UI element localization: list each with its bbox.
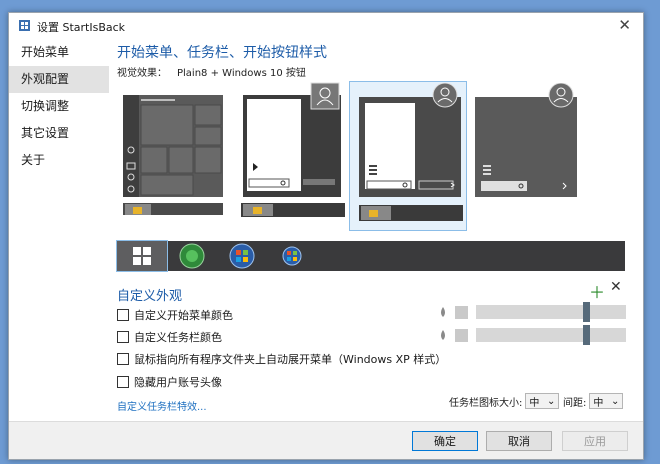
green-orb-icon	[179, 243, 205, 269]
style-thumb-plain10[interactable]	[475, 83, 579, 203]
preview-line: 视觉效果： Plain8 + Windows 10 按钮	[117, 64, 306, 79]
style-thumb-plain8[interactable]	[359, 83, 463, 223]
app-icon	[19, 20, 30, 31]
settings-window: 设置 StartIsBack ✕ 开始菜单 外观配置 切换调整 其它设置 关于 …	[8, 12, 644, 460]
slider-thumb[interactable]	[583, 325, 590, 345]
spacing-select[interactable]: 中 ⌄	[589, 393, 624, 409]
icon-size-row: 任务栏图标大小: 中 ⌄	[449, 393, 560, 409]
window-title: 设置 StartIsBack	[37, 21, 126, 34]
preview-value: Plain8 + Windows 10 按钮	[177, 68, 306, 79]
checkbox-xp-expand[interactable]: 鼠标指向所有程序文件夹上自动展开菜单（Windows XP 样式）	[117, 351, 446, 367]
taskbar-opacity-slider[interactable]	[476, 325, 626, 345]
checkbox-box[interactable]	[117, 309, 129, 321]
chevron-down-icon: ⌄	[546, 395, 556, 407]
checkbox-hide-avatar[interactable]: 隐藏用户账号头像	[117, 374, 222, 390]
color-swatch[interactable]	[455, 305, 468, 319]
chevron-down-icon: ⌄	[610, 395, 620, 407]
color-swatch[interactable]	[455, 328, 468, 342]
remove-icon[interactable]: ✕	[610, 279, 622, 295]
nav-item-appearance[interactable]: 外观配置	[9, 66, 109, 93]
slider-thumb[interactable]	[583, 302, 590, 322]
icon-size-label: 任务栏图标大小:	[449, 397, 523, 409]
style-thumb-metro[interactable]	[123, 95, 223, 215]
checkbox-label: 鼠标指向所有程序文件夹上自动展开菜单（Windows XP 样式）	[134, 353, 447, 366]
nav-item-start-menu[interactable]: 开始菜单	[9, 39, 109, 66]
nav-item-about[interactable]: 关于	[9, 147, 109, 174]
ok-button[interactable]: 确定	[412, 431, 478, 451]
preview-label: 视觉效果：	[117, 68, 167, 79]
nav-item-other[interactable]: 其它设置	[9, 120, 109, 147]
cancel-button[interactable]: 取消	[486, 431, 552, 451]
apply-button[interactable]: 应用	[562, 431, 628, 451]
icon-size-select[interactable]: 中 ⌄	[525, 393, 560, 409]
checkbox-box[interactable]	[117, 376, 129, 388]
droplet-icon	[441, 307, 445, 317]
start-button-green-orb[interactable]	[167, 241, 217, 271]
start-button-win10[interactable]	[116, 240, 168, 272]
title-bar: 设置 StartIsBack ✕	[9, 13, 643, 39]
checkbox-start-menu-color[interactable]: 自定义开始菜单颜色	[117, 307, 233, 323]
taskbar-color-row	[439, 325, 626, 345]
checkbox-label: 隐藏用户账号头像	[134, 376, 222, 389]
nav-item-switching[interactable]: 切换调整	[9, 93, 109, 120]
checkbox-box[interactable]	[117, 331, 129, 343]
add-icon[interactable]: ＋	[589, 279, 605, 303]
checkbox-taskbar-color[interactable]: 自定义任务栏颜色	[117, 329, 222, 345]
checkbox-box[interactable]	[117, 353, 129, 365]
windows7-orb-icon	[229, 243, 255, 269]
dialog-footer: 确定 取消 应用	[9, 421, 643, 459]
windows10-logo-icon	[133, 247, 151, 265]
small-orb-icon	[282, 246, 302, 266]
page-title: 开始菜单、任务栏、开始按钮样式	[117, 45, 327, 61]
start-button-small-orb[interactable]	[267, 241, 317, 271]
custom-appearance-title: 自定义外观	[117, 289, 183, 304]
checkbox-label: 自定义开始菜单颜色	[134, 309, 233, 322]
checkbox-label: 自定义任务栏颜色	[134, 331, 222, 344]
icon-size-value: 中	[529, 397, 540, 409]
start-menu-opacity-slider[interactable]	[476, 302, 626, 322]
start-button-win7-orb[interactable]	[217, 241, 267, 271]
spacing-value: 中	[593, 397, 604, 409]
start-menu-color-row	[439, 302, 626, 322]
taskbar-effects-link[interactable]: 自定义任务栏特效...	[117, 398, 207, 413]
spacing-label: 间距:	[563, 397, 587, 409]
sidebar-nav: 开始菜单 外观配置 切换调整 其它设置 关于	[9, 39, 109, 174]
droplet-icon	[441, 330, 445, 340]
start-button-strip	[116, 240, 625, 272]
spacing-row: 间距: 中 ⌄	[563, 393, 624, 409]
close-icon[interactable]: ✕	[618, 16, 631, 34]
style-thumb-classic[interactable]	[241, 81, 345, 217]
